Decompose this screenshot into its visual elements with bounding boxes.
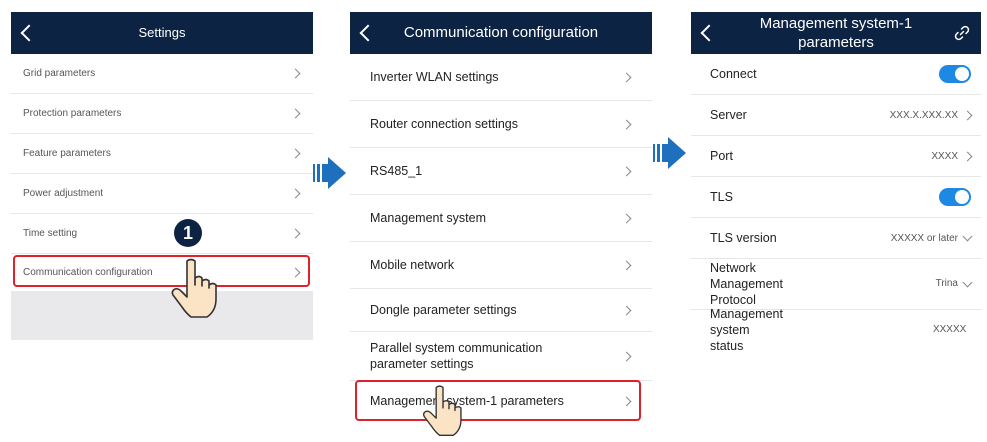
menu-item-dongle-parameter-settings[interactable]: Dongle parameter settings (350, 289, 652, 332)
menu-item-management-system[interactable]: Management system (350, 195, 652, 242)
highlight-box (355, 380, 641, 421)
menu-item-label: Protection parameters (23, 108, 122, 119)
chevron-right-icon (290, 108, 301, 119)
menu-item-grid-parameters[interactable]: Grid parameters (11, 54, 313, 94)
chevron-right-icon (962, 151, 973, 161)
menu-item-protection-parameters[interactable]: Protection parameters (11, 94, 313, 134)
menu-item-label: Power adjustment (23, 188, 104, 199)
back-icon[interactable] (700, 24, 718, 42)
chevron-right-icon (621, 213, 632, 223)
chevron-right-icon (621, 305, 632, 315)
communication-header: Communication configuration (350, 12, 652, 54)
empty-area (11, 291, 313, 340)
link-icon[interactable] (953, 24, 971, 42)
chevron-right-icon (290, 148, 301, 159)
pointer-hand-icon (422, 385, 462, 436)
chevron-right-icon (621, 260, 632, 270)
status-value: XXXXX (932, 324, 967, 335)
row-label: TLS version (710, 231, 777, 245)
chevron-right-icon (621, 119, 632, 129)
chevron-down-icon (962, 277, 973, 287)
menu-item-label: Parallel system communication parameter … (370, 341, 543, 371)
chevron-right-icon (621, 351, 632, 361)
pointer-hand-icon (171, 258, 217, 318)
settings-screen: Settings Grid parameters Protection para… (11, 12, 313, 340)
row-label: Server (710, 108, 747, 122)
menu-item-router-connection-settings[interactable]: Router connection settings (350, 101, 652, 148)
menu-item-label: Dongle parameter settings (370, 303, 517, 317)
menu-item-label: Inverter WLAN settings (370, 70, 499, 84)
row-label: Port (710, 149, 733, 163)
chevron-down-icon (962, 231, 973, 241)
row-label: Network Management Protocol (710, 261, 783, 307)
menu-item-label: RS485_1 (370, 164, 423, 178)
protocol-value: Trina (935, 278, 958, 289)
menu-item-label: Feature parameters (23, 148, 111, 159)
menu-item-label: Mobile network (370, 258, 455, 272)
row-label: Management system status (710, 307, 783, 353)
arrow-right-icon (653, 137, 686, 169)
menu-item-time-setting[interactable]: Time setting (11, 214, 313, 254)
tls-toggle[interactable] (939, 188, 971, 206)
chevron-right-icon (621, 72, 632, 82)
step-badge: 1 (174, 219, 202, 247)
tls-row: TLS (691, 177, 981, 218)
connect-toggle[interactable] (939, 65, 971, 83)
server-row[interactable]: Server XXX.X.XXX.XX (691, 95, 981, 136)
management-system-status-row: Management system status XXXXX (691, 307, 981, 353)
row-label: TLS (710, 190, 733, 204)
server-value: XXX.X.XXX.XX (889, 109, 958, 121)
chevron-right-icon (290, 228, 301, 239)
back-icon[interactable] (359, 24, 377, 42)
management-system-1-parameters-screen: Management system-1 parameters Connect S… (691, 12, 981, 357)
network-management-protocol-row[interactable]: Network Management Protocol Trina (691, 259, 981, 310)
port-value: XXXX (931, 150, 958, 162)
communication-configuration-screen: Communication configuration Inverter WLA… (350, 12, 652, 442)
menu-item-parallel-system-communication[interactable]: Parallel system communication parameter … (350, 332, 652, 381)
back-icon[interactable] (20, 24, 38, 42)
settings-header: Settings (11, 12, 313, 54)
management-header: Management system-1 parameters (691, 12, 981, 54)
tls-version-value: XXXXX or later (890, 232, 958, 244)
menu-item-label: Time setting (23, 228, 78, 239)
port-row[interactable]: Port XXXX (691, 136, 981, 177)
menu-item-rs485-1[interactable]: RS485_1 (350, 148, 652, 195)
menu-item-label: Router connection settings (370, 117, 519, 131)
menu-item-label: Grid parameters (23, 68, 96, 79)
connect-row: Connect (691, 54, 981, 95)
row-label: Connect (710, 67, 757, 81)
chevron-right-icon (962, 110, 973, 120)
arrow-right-icon (313, 157, 346, 189)
chevron-right-icon (290, 68, 301, 79)
menu-item-mobile-network[interactable]: Mobile network (350, 242, 652, 289)
page-title: Management system-1 parameters (759, 15, 913, 51)
chevron-right-icon (290, 188, 301, 199)
menu-item-label: Management system (370, 211, 487, 225)
menu-item-feature-parameters[interactable]: Feature parameters (11, 134, 313, 174)
tls-version-row[interactable]: TLS version XXXXX or later (691, 218, 981, 259)
menu-item-inverter-wlan-settings[interactable]: Inverter WLAN settings (350, 54, 652, 101)
page-title: Communication configuration (403, 24, 599, 41)
page-title: Settings (138, 25, 186, 40)
highlight-box (13, 255, 310, 287)
chevron-right-icon (621, 166, 632, 176)
menu-item-power-adjustment[interactable]: Power adjustment (11, 174, 313, 214)
